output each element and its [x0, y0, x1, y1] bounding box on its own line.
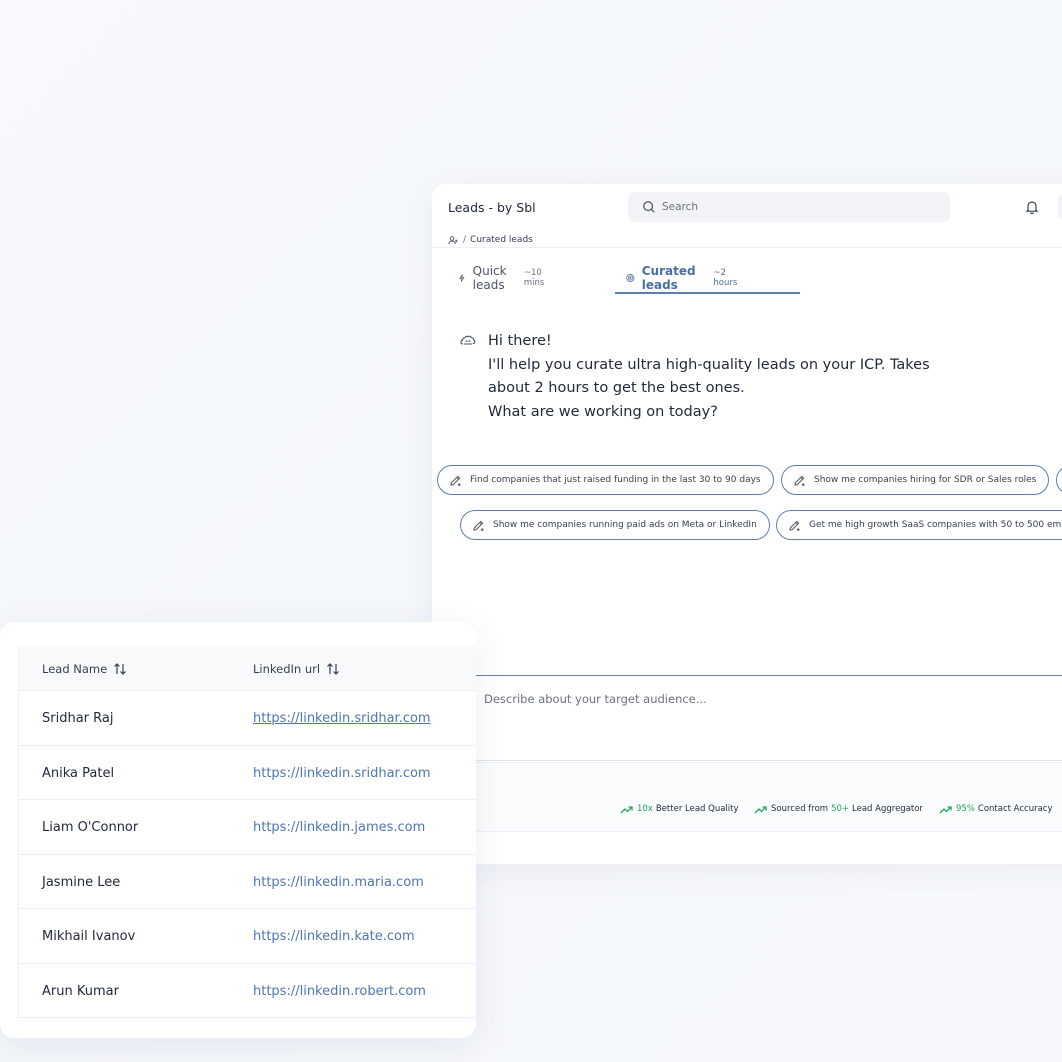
breadcrumb-separator: / — [463, 235, 467, 245]
suggestion-chip-hiring[interactable]: Show me companies hiring for SDR or Sale… — [781, 465, 1050, 495]
pencil-sparkle-icon — [789, 520, 800, 531]
table-row: Sridhar Raj https://linkedin.sridhar.com — [19, 691, 476, 746]
stat-lead-quality: 10x Better Lead Quality — [620, 804, 739, 814]
table-row: Arun Kumar https://linkedin.robert.com — [19, 964, 476, 1019]
table-row: Mikhail Ivanov https://linkedin.kate.com — [19, 909, 476, 964]
linkedin-link[interactable]: https://linkedin.maria.com — [253, 875, 424, 890]
tab-curated-leads[interactable]: Curated leads ~2 hours — [626, 262, 738, 294]
audience-input[interactable] — [484, 692, 1062, 742]
brain-icon — [460, 335, 476, 345]
breadcrumb: / Curated leads — [448, 232, 1062, 248]
search-input[interactable] — [662, 201, 922, 213]
table-row: Anika Patel https://linkedin.sridhar.com — [19, 746, 476, 800]
chip-label: Show me companies running paid ads on Me… — [493, 520, 757, 530]
greeting-line: What are we working on today? — [488, 403, 718, 420]
pencil-sparkle-icon — [450, 475, 461, 486]
linkedin-link[interactable]: https://linkedin.robert.com — [253, 984, 426, 999]
stat-highlight: 95% — [956, 804, 975, 814]
bell-icon[interactable] — [1024, 199, 1040, 215]
linkedin-link[interactable]: https://linkedin.sridhar.com — [253, 711, 431, 726]
lightning-icon — [459, 274, 465, 282]
leads-table-card: Lead Name LinkedIn url Sridhar Raj https… — [0, 622, 476, 1038]
trending-up-icon — [939, 805, 952, 813]
active-tab-indicator — [615, 292, 800, 294]
chip-label: Find companies that just raised funding … — [470, 475, 761, 485]
linkedin-link[interactable]: https://linkedin.james.com — [253, 820, 425, 835]
search-box[interactable] — [628, 192, 950, 222]
pencil-sparkle-icon — [794, 475, 805, 486]
linkedin-link[interactable]: https://linkedin.sridhar.com — [253, 766, 431, 781]
lead-name: Sridhar Raj — [42, 711, 114, 726]
search-icon — [643, 201, 655, 213]
chip-label: Get me high growth SaaS companies with 5… — [809, 520, 1062, 530]
tab-label: Curated leads — [641, 264, 696, 292]
stat-text: Better Lead Quality — [655, 804, 739, 814]
greeting-line: about 2 hours to get the best ones. — [488, 380, 745, 396]
stat-text: Contact Accuracy — [977, 804, 1053, 814]
stat-highlight: 10x — [637, 804, 653, 814]
stat-text: Lead Aggregator — [852, 804, 923, 814]
audience-input-box[interactable] — [472, 675, 1062, 761]
stats-band — [432, 762, 1062, 832]
column-header-linkedin-url[interactable]: LinkedIn url — [253, 662, 340, 676]
column-header-label: LinkedIn url — [253, 662, 321, 676]
greeting-text: Hi there! I'll help you curate ultra hig… — [488, 330, 958, 424]
sort-icon — [327, 663, 340, 675]
trending-up-icon — [620, 805, 633, 813]
lead-name: Mikhail Ivanov — [42, 929, 136, 944]
sort-icon — [114, 663, 127, 675]
users-icon — [448, 235, 458, 244]
pencil-sparkle-icon — [473, 520, 484, 531]
leads-table: Lead Name LinkedIn url Sridhar Raj https… — [18, 646, 476, 1018]
target-icon — [626, 274, 635, 282]
tab-label: Quick leads — [472, 264, 507, 292]
lead-name: Anika Patel — [42, 765, 115, 781]
app-window: Leads - by Sbl / Curated leads Quick lea… — [432, 184, 1062, 864]
profile-button[interactable] — [1058, 195, 1062, 219]
tab-quick-leads[interactable]: Quick leads ~10 mins — [458, 262, 546, 294]
stat-aggregator: Sourced from 50+ Lead Aggregator — [754, 804, 923, 814]
stat-contact-accuracy: 95% Contact Accuracy — [939, 804, 1053, 814]
header-divider — [432, 247, 1062, 248]
lead-name: Arun Kumar — [42, 983, 119, 999]
app-title: Leads - by Sbl — [448, 200, 536, 215]
suggestion-chip-ads[interactable]: Show me companies running paid ads on Me… — [460, 510, 770, 540]
suggestion-chip-funding[interactable]: Find companies that just raised funding … — [437, 465, 774, 495]
column-header-lead-name[interactable]: Lead Name — [42, 662, 127, 676]
table-row: Liam O'Connor https://linkedin.james.com — [19, 800, 476, 855]
chip-label: Show me companies hiring for SDR or Sale… — [814, 475, 1037, 485]
tab-duration: ~10 mins — [523, 268, 545, 288]
linkedin-link[interactable]: https://linkedin.kate.com — [253, 929, 415, 944]
table-header: Lead Name LinkedIn url — [19, 646, 476, 691]
lead-name: Liam O'Connor — [42, 820, 139, 835]
lead-name: Jasmine Lee — [42, 874, 121, 890]
trending-up-icon — [754, 805, 767, 813]
stat-prefix: Sourced from — [771, 804, 829, 814]
suggestion-chip-more[interactable] — [1056, 465, 1062, 495]
tab-duration: ~2 hours — [713, 268, 738, 288]
table-row: Jasmine Lee https://linkedin.maria.com — [19, 855, 476, 909]
greeting-line: I'll help you curate ultra high-quality … — [488, 356, 930, 373]
greeting-line: Hi there! — [488, 333, 552, 349]
stat-highlight: 50+ — [831, 804, 850, 814]
suggestion-chip-saas[interactable]: Get me high growth SaaS companies with 5… — [776, 510, 1062, 540]
column-header-label: Lead Name — [42, 662, 108, 676]
breadcrumb-current[interactable]: Curated leads — [470, 235, 533, 245]
